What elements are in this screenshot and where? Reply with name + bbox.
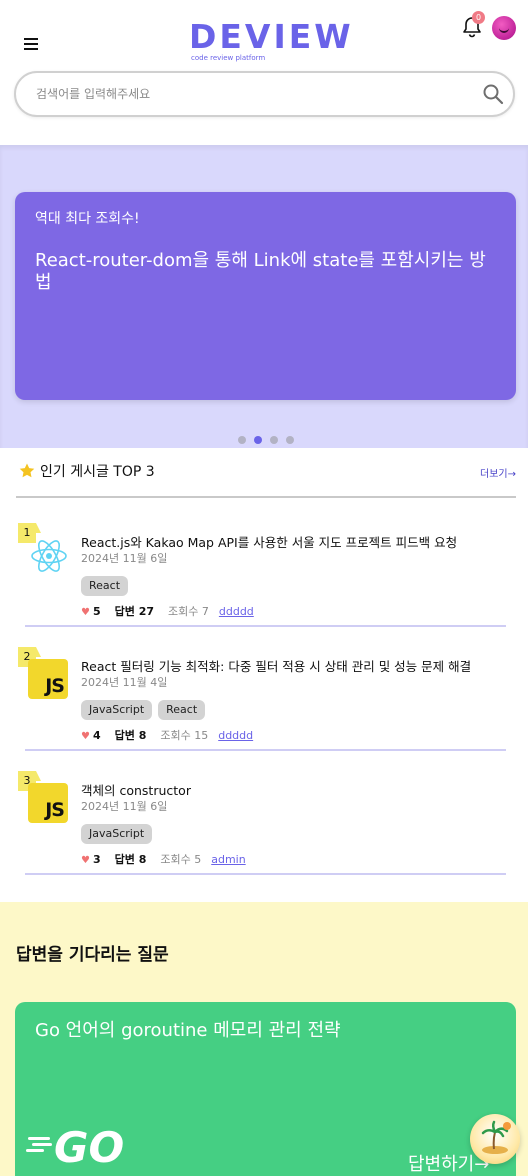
javascript-icon: JS [28,783,70,825]
post-date: 2024년 11월 6일 [81,552,168,565]
heart-icon: ♥ [81,731,90,742]
carousel-dot[interactable] [270,436,278,444]
view-count: 조회수 15 [160,729,209,742]
post-item[interactable]: 1 React.js와 Kakao Map API를 사용한 서울 지도 프로젝… [18,523,506,633]
carousel-dot[interactable] [238,436,246,444]
answer-count: 답변 8 [114,853,147,866]
island-icon[interactable] [470,1114,520,1164]
divider [25,873,506,875]
avatar[interactable] [492,16,516,40]
post-title[interactable]: React.js와 Kakao Map API를 사용한 서울 지도 프로젝트 … [81,535,457,551]
like-count: 3 [92,853,101,866]
post-date: 2024년 11월 6일 [81,800,168,813]
search-input[interactable] [36,84,436,104]
author-link[interactable]: ddddd [219,605,254,618]
answer-count: 답변 27 [114,605,155,618]
tag-list: JavaScript React [81,698,211,720]
popular-posts-section: 인기 게시글 TOP 3 더보기→ 1 React.js와 Kakao Map … [0,448,528,902]
more-link[interactable]: 더보기→ [480,465,516,480]
post-item[interactable]: 3 JS 객체의 constructor 2024년 11월 6일 JavaSc… [18,771,506,881]
svg-text:GO: GO [54,1123,124,1168]
logo-text: DEVIEW [189,17,354,56]
tag[interactable]: JavaScript [81,824,153,844]
post-stats: ♥ 3 답변 8 조회수 5 admin [81,852,246,868]
post-title[interactable]: React 필터링 기능 최적화: 다중 필터 적용 시 상태 관리 및 성능 … [81,659,471,675]
divider [25,625,506,627]
heart-icon: ♥ [81,607,90,618]
author-link[interactable]: admin [211,853,245,866]
post-stats: ♥ 5 답변 27 조회수 7 ddddd [81,604,254,620]
menu-icon[interactable] [24,38,38,50]
post-item[interactable]: 2 JS React 필터링 기능 최적화: 다중 필터 적용 시 상태 관리 … [18,647,506,757]
waiting-questions-section: 답변을 기다리는 질문 Go 언어의 goroutine 메모리 관리 전략 G… [0,902,528,1176]
javascript-icon: JS [28,659,70,701]
post-title[interactable]: 객체의 constructor [81,783,191,799]
logo[interactable]: DEVIEW code review platform [189,17,354,63]
carousel-dot-active[interactable] [254,436,262,444]
banner-label: 역대 최다 조회수! [35,211,140,227]
banner-title: React-router-dom을 통해 Link에 state를 포함시키는 … [35,250,486,293]
palm-tree-icon [481,1120,511,1154]
answer-count: 답변 8 [114,729,147,742]
post-stats: ♥ 4 답변 8 조회수 15 ddddd [81,728,253,744]
divider [25,749,506,751]
question-title: Go 언어의 goroutine 메모리 관리 전략 [35,1020,341,1041]
section-title: 인기 게시글 TOP 3 [40,464,155,480]
banner-card[interactable]: 역대 최다 조회수! React-router-dom을 통해 Link에 st… [15,192,516,400]
carousel-dots [238,429,302,444]
question-card[interactable]: Go 언어의 goroutine 메모리 관리 전략 GO 답변하기→ [15,1002,516,1176]
banner-carousel: 역대 최다 조회수! React-router-dom을 통해 Link에 st… [0,145,528,448]
search-icon[interactable] [482,83,504,105]
tag-list: React [81,574,134,596]
js-logo: JS [28,783,68,823]
divider [16,496,516,498]
view-count: 조회수 5 [160,853,202,866]
star-icon [19,463,35,478]
carousel-dot[interactable] [286,436,294,444]
notification-badge: 0 [472,11,485,24]
go-logo-icon: GO [26,1123,124,1168]
tag-list: JavaScript [81,822,158,844]
tag[interactable]: JavaScript [81,700,153,720]
tag[interactable]: React [158,700,206,720]
like-count: 5 [92,605,101,618]
section-header: 인기 게시글 TOP 3 더보기→ [18,462,516,484]
js-logo: JS [28,659,68,699]
header: DEVIEW code review platform 0 [0,0,528,145]
section-title: 답변을 기다리는 질문 [16,945,169,965]
search-bar [14,71,515,117]
react-icon [31,540,67,572]
view-count: 조회수 7 [168,605,209,618]
heart-icon: ♥ [81,855,90,866]
author-link[interactable]: ddddd [218,729,253,742]
like-count: 4 [92,729,101,742]
post-date: 2024년 11월 4일 [81,676,168,689]
tag[interactable]: React [81,576,129,596]
app-root: DEVIEW code review platform 0 역대 최다 조회수!… [0,0,528,1176]
